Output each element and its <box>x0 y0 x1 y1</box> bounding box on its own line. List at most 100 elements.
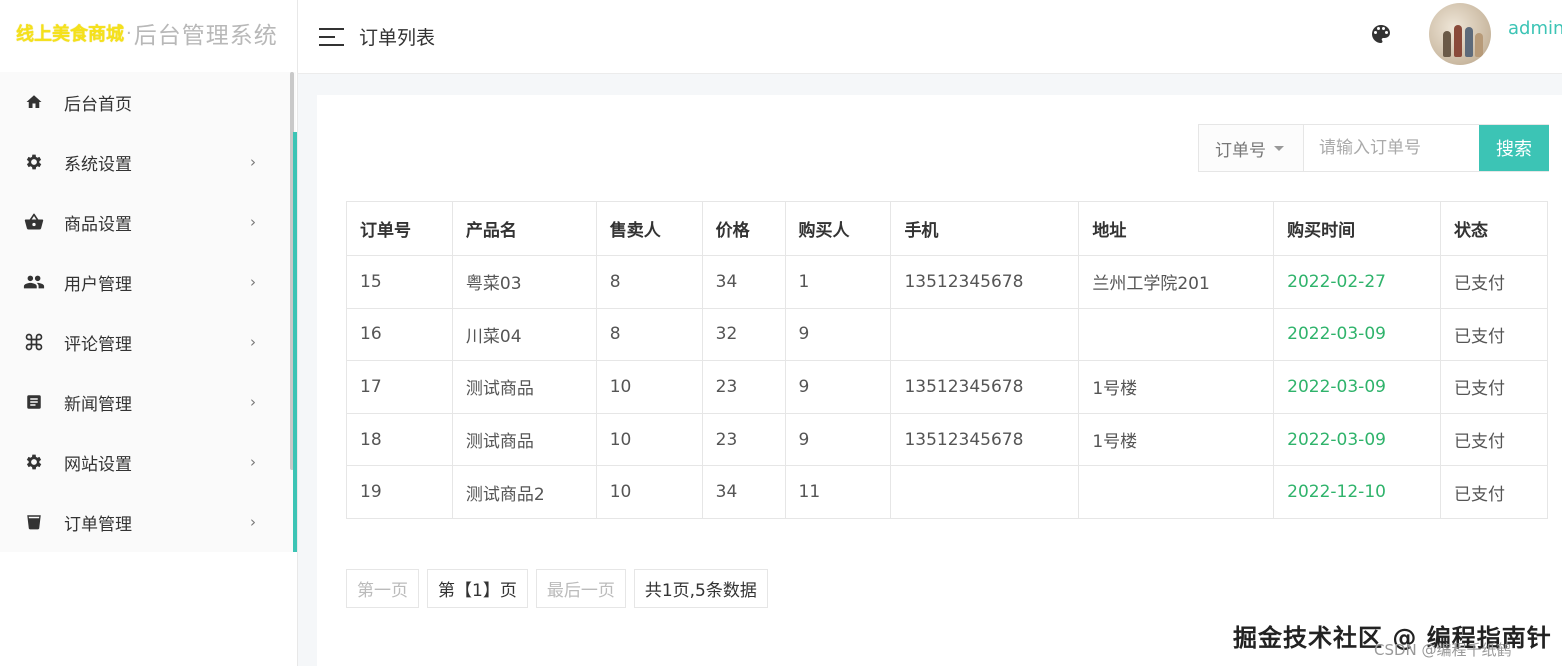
sidebar-item-label: 商品设置 <box>64 214 132 235</box>
page-title: 订单列表 <box>359 27 436 49</box>
column-header: 地址 <box>1078 201 1275 256</box>
status-cell: 已支付 <box>1440 360 1548 414</box>
order-id-cell: 19 <box>346 465 453 519</box>
phone-cell: 13512345678 <box>890 412 1080 467</box>
buyer-cell: 1 <box>784 255 892 309</box>
gear-icon <box>22 450 46 474</box>
caret-down-icon <box>1274 145 1284 151</box>
active-menu-indicator <box>293 132 297 552</box>
column-header: 价格 <box>701 201 786 256</box>
search-button[interactable]: 搜索 <box>1479 125 1549 171</box>
orders-table: 订单号 产品名 售卖人 价格 购买人 手机 地址 购买时间 状态 15 粤菜03… <box>346 201 1548 519</box>
column-header: 售卖人 <box>595 201 703 256</box>
column-header: 购买时间 <box>1273 201 1442 256</box>
address-cell: 兰州工学院201 <box>1078 255 1275 309</box>
sidebar-item-label: 新闻管理 <box>64 394 132 415</box>
seller-cell: 10 <box>595 360 703 414</box>
price-cell: 34 <box>701 465 786 519</box>
status-cell: 已支付 <box>1440 465 1548 519</box>
seller-cell: 10 <box>595 465 703 519</box>
sidebar-item-news-management[interactable]: 新闻管理 › <box>0 372 296 432</box>
pagination: 第一页 第【1】页 最后一页 共1页,5条数据 <box>346 569 776 608</box>
first-page-button[interactable]: 第一页 <box>346 569 419 608</box>
status-cell: 已支付 <box>1440 412 1548 467</box>
chevron-right-icon: › <box>250 453 256 471</box>
sidebar-item-order-management[interactable]: 订单管理 › <box>0 492 296 552</box>
last-page-button[interactable]: 最后一页 <box>535 569 626 608</box>
buyer-cell: 9 <box>784 412 892 467</box>
chevron-right-icon: › <box>250 153 256 171</box>
order-id-cell: 18 <box>346 412 453 467</box>
search-input[interactable] <box>1304 125 1479 171</box>
column-header: 手机 <box>890 201 1080 256</box>
sidebar-item-label: 网站设置 <box>64 454 132 475</box>
seller-cell: 8 <box>595 255 703 309</box>
phone-cell: 13512345678 <box>890 255 1080 309</box>
sidebar-item-label: 系统设置 <box>64 154 132 175</box>
sidebar-item-label: 评论管理 <box>64 334 132 355</box>
purchase-date-cell: 2022-02-27 <box>1273 255 1442 309</box>
table-row: 17 测试商品 10 23 9 13512345678 1号楼 2022-03-… <box>346 360 1548 414</box>
brand-separator: · <box>126 22 132 44</box>
column-header: 订单号 <box>346 201 453 256</box>
chevron-right-icon: › <box>250 393 256 411</box>
buyer-cell: 9 <box>784 360 892 414</box>
purchase-date-cell: 2022-03-09 <box>1273 412 1442 467</box>
phone-cell: 13512345678 <box>890 360 1080 414</box>
search-bar: 订单号 搜索 <box>1198 124 1549 172</box>
sidebar-item-label: 后台首页 <box>64 94 132 115</box>
home-icon <box>22 90 46 114</box>
order-id-cell: 16 <box>346 307 453 362</box>
order-id-cell: 17 <box>346 360 453 414</box>
basket-icon <box>22 210 46 234</box>
price-cell: 23 <box>701 412 786 467</box>
address-cell <box>1078 307 1275 362</box>
price-cell: 23 <box>701 360 786 414</box>
article-icon <box>22 390 46 414</box>
seller-cell: 8 <box>595 307 703 362</box>
avatar[interactable] <box>1429 3 1491 65</box>
sidebar-item-user-management[interactable]: 用户管理 › <box>0 252 296 312</box>
purchase-date-cell: 2022-03-09 <box>1273 360 1442 414</box>
buyer-cell: 11 <box>784 465 892 519</box>
order-id-cell: 15 <box>346 255 453 309</box>
phone-cell <box>890 465 1080 519</box>
product-name-cell: 测试商品2 <box>451 465 597 519</box>
command-icon <box>22 330 46 354</box>
sidebar-item-site-settings[interactable]: 网站设置 › <box>0 432 296 492</box>
product-name-cell: 川菜04 <box>451 307 597 362</box>
buyer-cell: 9 <box>784 307 892 362</box>
status-cell: 已支付 <box>1440 255 1548 309</box>
sidebar-item-product-settings[interactable]: 商品设置 › <box>0 192 296 252</box>
chevron-right-icon: › <box>250 513 256 531</box>
purchase-date-cell: 2022-03-09 <box>1273 307 1442 362</box>
brand-main: 线上美食商城 <box>16 24 124 45</box>
status-cell: 已支付 <box>1440 307 1548 362</box>
menu-toggle-icon[interactable] <box>319 27 344 46</box>
product-name-cell: 测试商品 <box>451 360 597 414</box>
search-field-select[interactable]: 订单号 <box>1199 125 1304 171</box>
chevron-right-icon: › <box>250 333 256 351</box>
username[interactable]: admin <box>1508 18 1562 39</box>
table-row: 19 测试商品2 10 34 11 2022-12-10 已支付 <box>346 465 1548 519</box>
table-row: 16 川菜04 8 32 9 2022-03-09 已支付 <box>346 307 1548 362</box>
seller-cell: 10 <box>595 412 703 467</box>
sidebar-item-label: 用户管理 <box>64 274 132 295</box>
purchase-date-cell: 2022-12-10 <box>1273 465 1442 519</box>
sidebar-item-system-settings[interactable]: 系统设置 › <box>0 132 296 192</box>
sidebar: 线上美食商城 · 后台管理系统 后台首页 系统设置 › 商品设置 › 用户管理 … <box>0 0 298 666</box>
product-name-cell: 粤菜03 <box>451 255 597 309</box>
sidebar-item-comment-management[interactable]: 评论管理 › <box>0 312 296 372</box>
brand: 线上美食商城 · 后台管理系统 <box>0 0 297 66</box>
palette-icon[interactable] <box>1369 22 1393 46</box>
column-header: 状态 <box>1440 201 1548 256</box>
sidebar-item-home[interactable]: 后台首页 <box>0 72 296 132</box>
column-header: 产品名 <box>451 201 597 256</box>
table-row: 15 粤菜03 8 34 1 13512345678 兰州工学院201 2022… <box>346 255 1548 309</box>
table-header-row: 订单号 产品名 售卖人 价格 购买人 手机 地址 购买时间 状态 <box>346 201 1548 256</box>
brand-subtitle: 后台管理系统 <box>133 23 278 49</box>
column-header: 购买人 <box>784 201 892 256</box>
gear-icon <box>22 150 46 174</box>
product-name-cell: 测试商品 <box>451 412 597 467</box>
sidebar-menu: 后台首页 系统设置 › 商品设置 › 用户管理 › 评论管理 › 新闻管理 › … <box>0 72 296 552</box>
